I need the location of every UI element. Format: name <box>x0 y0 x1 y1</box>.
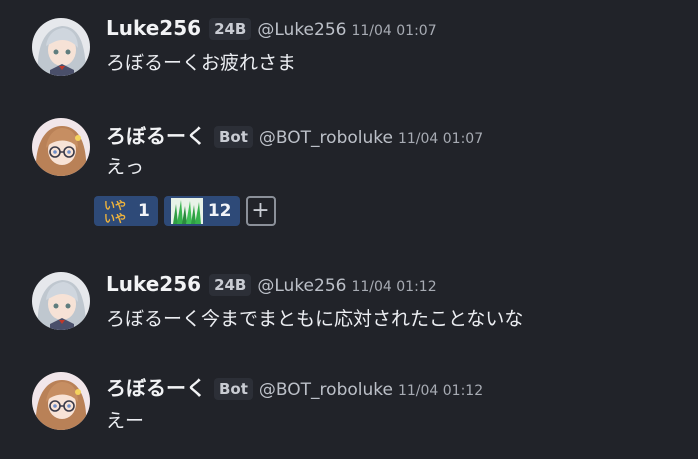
avatar-silver-hair-icon <box>32 272 90 330</box>
author-handle[interactable]: @BOT_roboluke <box>259 380 393 400</box>
reaction-count: 12 <box>207 201 232 221</box>
user-avatar[interactable] <box>32 372 90 430</box>
author-name[interactable]: Luke256 <box>106 272 201 296</box>
message-header: Luke256 24B @Luke256 11/04 01:07 <box>106 16 437 41</box>
message-text: えっ <box>106 156 145 178</box>
reaction-count: 1 <box>138 201 150 221</box>
timestamp: 11/04 01:12 <box>397 383 484 399</box>
add-reaction-button[interactable]: + <box>245 196 276 226</box>
timestamp: 11/04 01:12 <box>351 279 437 295</box>
user-badge: 24B <box>209 18 252 40</box>
reaction-iya[interactable]: いや いや 1 <box>94 196 158 226</box>
avatar-silver-hair-icon <box>32 18 90 76</box>
reactions-bar: いや いや 1 12 + <box>94 196 276 226</box>
message-text: ろぼるーく今までまともに応対されたことないな <box>106 308 524 330</box>
user-badge: 24B <box>209 274 252 296</box>
author-handle[interactable]: @BOT_roboluke <box>259 128 393 148</box>
message-header: ろぼるーく Bot @BOT_roboluke 11/04 01:07 <box>106 120 483 149</box>
message-text: えー <box>106 410 145 432</box>
message-text: ろぼるーくお疲れさま <box>106 52 297 74</box>
user-avatar[interactable] <box>32 18 90 76</box>
avatar-brown-hair-glasses-icon <box>32 372 90 430</box>
message-header: ろぼるーく Bot @BOT_roboluke 11/04 01:12 <box>106 372 483 401</box>
timestamp: 11/04 01:07 <box>397 131 484 147</box>
plus-icon: + <box>251 198 270 223</box>
reaction-grass[interactable]: 12 <box>163 196 240 226</box>
iya-iya-emoji-icon: いや いや <box>100 197 134 225</box>
author-handle[interactable]: @Luke256 <box>257 20 346 40</box>
user-badge: Bot <box>214 126 253 148</box>
message-header: Luke256 24B @Luke256 11/04 01:12 <box>106 272 437 297</box>
timestamp: 11/04 01:07 <box>351 23 437 39</box>
author-name[interactable]: ろぼるーく <box>106 372 206 401</box>
user-avatar[interactable] <box>32 272 90 330</box>
author-name[interactable]: ろぼるーく <box>106 120 206 149</box>
author-handle[interactable]: @Luke256 <box>257 276 346 296</box>
author-name[interactable]: Luke256 <box>106 16 201 40</box>
grass-emoji-icon <box>170 197 204 225</box>
user-avatar[interactable] <box>32 118 90 176</box>
user-badge: Bot <box>214 378 253 400</box>
svg-text:いや: いや <box>104 199 126 212</box>
svg-text:いや: いや <box>104 212 126 224</box>
avatar-brown-hair-glasses-icon <box>32 118 90 176</box>
